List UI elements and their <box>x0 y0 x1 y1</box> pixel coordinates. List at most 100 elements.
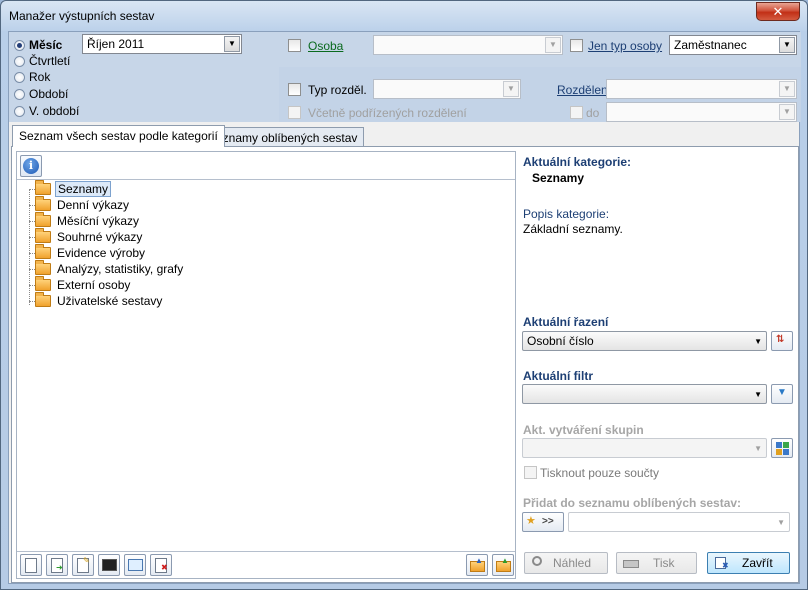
tree-item-label: Evidence výroby <box>57 246 146 260</box>
tab-favorite-reports[interactable]: Seznamy oblíbených sestav <box>201 127 365 147</box>
do-checkbox[interactable] <box>570 106 583 119</box>
chevron-down-icon[interactable]: ▼ <box>777 516 785 530</box>
tree-item-denni-vykazy[interactable]: Denní výkazy <box>35 196 131 213</box>
tree-item-souhrne-vykazy[interactable]: Souhrné výkazy <box>35 228 144 245</box>
window-title: Manažer výstupních sestav <box>9 9 155 23</box>
tree-item-label: Souhrné výkazy <box>57 230 143 244</box>
tree-item-uzivatelske-sestavy[interactable]: Uživatelské sestavy <box>35 292 164 309</box>
radio-label: Rok <box>29 70 51 84</box>
close-button[interactable]: ✖ Zavřít <box>707 552 790 574</box>
tree-toolbar: i <box>17 152 515 180</box>
osoba-link[interactable]: Osoba <box>308 39 343 53</box>
edit-report-button[interactable]: ✎ <box>72 554 94 576</box>
tree-item-analyzy[interactable]: Analýzy, statistiky, grafy <box>35 260 185 277</box>
chevron-down-icon[interactable]: ▼ <box>503 81 519 97</box>
import-report-button[interactable]: ➜ <box>46 554 68 576</box>
copy-report-button[interactable] <box>124 554 146 576</box>
chevron-down-icon[interactable]: ▼ <box>779 81 795 97</box>
period-panel: Měsíc Čtvrtletí Rok Období V. období Říj… <box>9 32 279 122</box>
osoba-select[interactable]: ▼ <box>373 35 563 55</box>
grouping-settings-button[interactable] <box>771 438 793 458</box>
print-button[interactable]: Tisk <box>616 552 697 574</box>
filter-select[interactable]: ▼ <box>522 384 767 404</box>
new-document-icon <box>25 558 37 573</box>
typ-rozdel-select[interactable]: ▼ <box>373 79 521 99</box>
radio-button[interactable] <box>14 71 25 83</box>
magnifier-icon <box>531 556 547 570</box>
vcetne-checkbox[interactable] <box>288 106 301 119</box>
tree-item-evidence-vyroby[interactable]: Evidence výroby <box>35 244 147 261</box>
typ-rozdel-label: Typ rozděl. <box>308 83 367 97</box>
tree-item-mesicni-vykazy[interactable]: Měsíční výkazy <box>35 212 141 229</box>
grid-icon-cell <box>776 449 782 455</box>
category-tree-panel: i Seznamy Denní výkazy Měsíční výkazy So… <box>16 151 516 579</box>
print-totals-label: Tisknout pouze součty <box>540 466 659 480</box>
save-folder-button[interactable]: ▲ <box>492 554 514 576</box>
rozdeleni-select[interactable]: ▼ <box>606 79 797 99</box>
radio-button[interactable] <box>14 55 25 67</box>
sort-label: Aktuální řazení <box>523 315 609 329</box>
radio-quarter[interactable]: Čtvrtletí <box>14 53 70 69</box>
new-report-button[interactable] <box>20 554 42 576</box>
tree-item-label: Externí osoby <box>57 278 131 292</box>
chevron-down-icon[interactable]: ▼ <box>779 104 795 120</box>
favorites-select[interactable]: ▼ <box>568 512 790 532</box>
rozdeleni-link[interactable]: Rozdělení <box>557 83 611 97</box>
tree-item-label: Seznamy <box>55 181 112 197</box>
radio-month[interactable]: Měsíc <box>14 37 62 53</box>
title-bar[interactable]: Manažer výstupních sestav ✕ <box>1 1 807 31</box>
radio-v-period[interactable]: V. období <box>14 103 79 119</box>
sort-settings-button[interactable]: ⇅ <box>771 331 793 351</box>
typ-rozdel-checkbox[interactable] <box>288 83 301 96</box>
radio-year[interactable]: Rok <box>14 69 50 85</box>
preview-button[interactable]: Náhled <box>524 552 608 574</box>
chevron-down-icon[interactable]: ▼ <box>754 335 762 349</box>
vcetne-label: Včetně podřízených rozdělení <box>308 106 467 120</box>
filter-settings-button[interactable]: ▼ <box>771 384 793 404</box>
month-select[interactable]: Říjen 2011 ▼ <box>82 34 242 54</box>
star-add-icon: ★ <box>526 515 536 527</box>
chevron-down-icon[interactable]: ▼ <box>754 388 762 402</box>
jen-typ-osoby-checkbox[interactable] <box>570 39 583 52</box>
radio-button[interactable] <box>14 88 25 100</box>
tree-item-label: Uživatelské sestavy <box>57 294 163 308</box>
close-window-button[interactable]: ✕ <box>756 2 800 21</box>
chevron-down-icon[interactable]: ▼ <box>779 37 795 53</box>
folder-icon <box>35 244 51 259</box>
red-x-icon: ✖ <box>161 563 168 572</box>
osoba-checkbox[interactable] <box>288 39 301 52</box>
blue-arrow-icon: ▲ <box>475 556 483 565</box>
client-area: Měsíc Čtvrtletí Rok Období V. období Říj… <box>8 31 801 584</box>
report-designer-button[interactable] <box>98 554 120 576</box>
radio-button[interactable] <box>14 105 25 117</box>
preview-label: Náhled <box>553 556 592 570</box>
description-label: Popis kategorie: <box>523 207 610 221</box>
chevron-down-icon[interactable]: ▼ <box>754 442 762 456</box>
chevron-down-icon[interactable]: ▼ <box>545 37 561 53</box>
sort-select[interactable]: Osobní číslo ▼ <box>522 331 767 351</box>
delete-report-button[interactable]: ✖ <box>150 554 172 576</box>
tab-all-reports[interactable]: Seznam všech sestav podle kategorií <box>12 125 225 147</box>
print-totals-checkbox[interactable] <box>524 466 537 479</box>
add-favorites-button[interactable]: ★ >> <box>522 512 564 532</box>
tree-item-seznamy[interactable]: Seznamy <box>35 180 112 197</box>
open-folder-button[interactable]: ▲ <box>466 554 488 576</box>
window-icon <box>128 559 143 571</box>
green-arrow-icon: ▲ <box>501 556 509 565</box>
filter-label: Aktuální filtr <box>523 369 594 383</box>
radio-button[interactable] <box>14 39 25 51</box>
details-panel: Aktuální kategorie: Seznamy Popis katego… <box>520 151 796 579</box>
do-select[interactable]: ▼ <box>606 102 797 122</box>
typ-osoby-value: Zaměstnanec <box>674 38 747 52</box>
tab-content: i Seznamy Denní výkazy Měsíční výkazy So… <box>11 146 799 583</box>
current-category-value: Seznamy <box>532 171 585 185</box>
tree-item-externi-osoby[interactable]: Externí osoby <box>35 276 132 293</box>
designer-icon <box>102 559 117 571</box>
radio-period[interactable]: Období <box>14 86 68 102</box>
folder-icon <box>35 228 51 243</box>
typ-osoby-select[interactable]: Zaměstnanec ▼ <box>669 35 797 55</box>
chevron-down-icon[interactable]: ▼ <box>224 36 240 52</box>
grouping-select[interactable]: ▼ <box>522 438 767 458</box>
info-button[interactable]: i <box>20 155 42 177</box>
green-arrow-icon: ➜ <box>56 563 63 572</box>
